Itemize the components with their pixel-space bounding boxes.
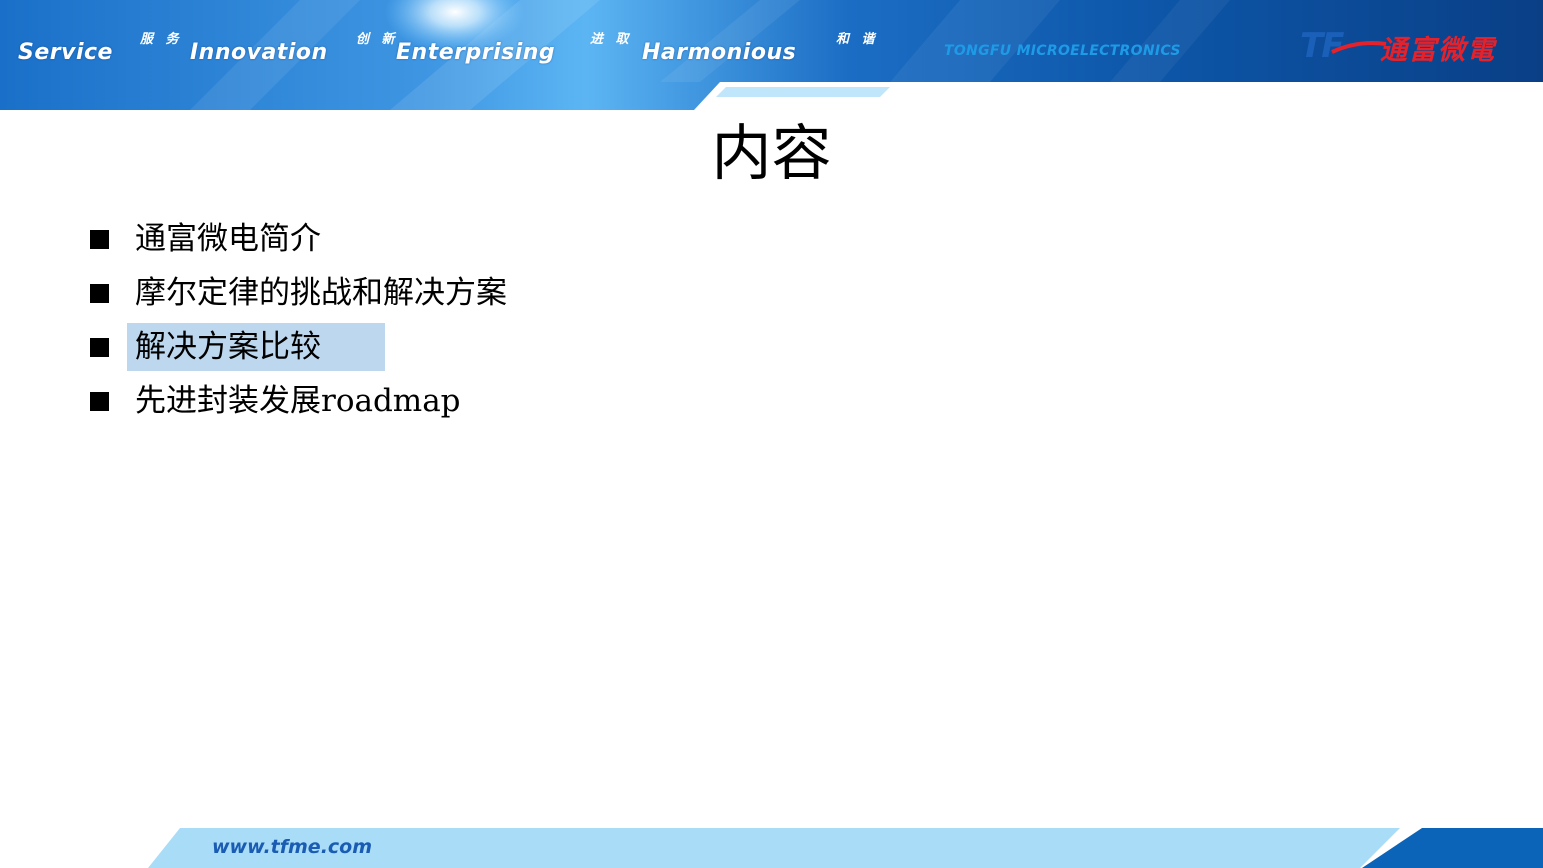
company-logo: TF 通富微電 (1300, 22, 1515, 68)
square-bullet-icon (90, 283, 109, 303)
logo-swoosh-icon (1331, 41, 1387, 54)
motto-cn-service: 服 务 (140, 32, 183, 47)
agenda-list: 通富微电简介 摩尔定律的挑战和解决方案 解决方案比较 先进封装发展roadmap (90, 212, 515, 428)
square-bullet-icon (90, 391, 109, 411)
footer-band: www.tfme.com (0, 828, 1543, 868)
company-name-en: TONGFU MICROELECTRONICS (944, 43, 1181, 59)
agenda-item: 解决方案比较 (90, 320, 515, 374)
motto-service: Service (18, 40, 113, 65)
agenda-item-label: 通富微电简介 (135, 221, 321, 257)
motto-cn-innovation: 创 新 (356, 32, 399, 47)
agenda-item-label: 摩尔定律的挑战和解决方案 (135, 275, 507, 311)
website-link[interactable]: www.tfme.com (212, 836, 372, 858)
agenda-item: 先进封装发展roadmap (90, 374, 515, 428)
motto-cn-harmonious: 和 谐 (836, 32, 879, 47)
square-bullet-icon (90, 229, 109, 249)
agenda-item-label: 先进封装发展roadmap (135, 383, 461, 419)
agenda-item-label-selected[interactable]: 解决方案比较 (127, 323, 385, 371)
square-bullet-icon (90, 337, 109, 357)
slide: 服 务 Service 创 新 Innovation 进 取 Enterpris… (0, 0, 1543, 868)
page-title: 内容 (711, 119, 832, 189)
agenda-item: 摩尔定律的挑战和解决方案 (90, 266, 515, 320)
motto-enterprising: Enterprising (396, 40, 556, 65)
motto-cn-enterprising: 进 取 (590, 32, 633, 47)
agenda-item: 通富微电简介 (90, 212, 515, 266)
logo-chinese: 通富微電 (1380, 35, 1496, 66)
header-banner: 服 务 Service 创 新 Innovation 进 取 Enterpris… (0, 0, 1543, 110)
motto-innovation: Innovation (190, 40, 328, 65)
motto-harmonious: Harmonious (642, 40, 797, 65)
